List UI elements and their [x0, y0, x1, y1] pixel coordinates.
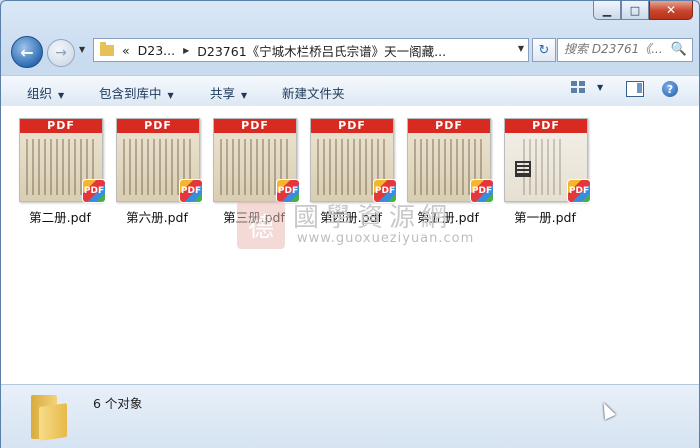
organize-label: 组织	[27, 86, 53, 101]
pdf-banner: PDF	[117, 119, 199, 133]
file-list[interactable]: PDF PDF 第二册.pdf PDF PDF 第六册.pdf PDF PDF …	[1, 106, 699, 384]
include-in-library-label: 包含到库中	[99, 86, 162, 101]
navigation-bar: ← → ▼ « D23... ▶ D23761《宁城木栏桥吕氏宗谱》天一阁藏..…	[9, 35, 693, 68]
minimize-button[interactable]: ▁	[593, 1, 621, 20]
view-grid-icon	[571, 81, 585, 93]
share-label: 共享	[210, 86, 236, 101]
recent-pages-dropdown[interactable]: ▼	[79, 45, 85, 54]
pdf-banner: PDF	[214, 119, 296, 133]
forward-arrow-icon: →	[55, 45, 67, 61]
file-name: 第一册.pdf	[514, 210, 576, 225]
preview-pane-icon	[626, 81, 644, 97]
close-button[interactable]: ✕	[649, 1, 693, 20]
search-icon[interactable]: 🔍	[671, 42, 687, 57]
back-arrow-icon: ←	[20, 42, 34, 62]
chevron-down-icon: ▼	[167, 91, 174, 100]
pdf-banner: PDF	[408, 119, 490, 133]
file-name: 第三册.pdf	[223, 210, 285, 225]
address-bar[interactable]: « D23... ▶ D23761《宁城木栏桥吕氏宗谱》天一阁藏... ▼	[93, 38, 529, 62]
folder-icon	[100, 41, 114, 56]
change-view-button[interactable]: ▼	[571, 81, 603, 93]
help-icon: ?	[662, 81, 678, 97]
breadcrumb-separator-icon[interactable]: ▶	[183, 46, 189, 55]
mouse-pointer-icon	[598, 400, 616, 420]
breadcrumb-current[interactable]: D23761《宁城木栏桥吕氏宗谱》天一阁藏...	[197, 41, 446, 60]
file-name: 第二册.pdf	[29, 210, 91, 225]
details-pane: 6 个对象	[1, 384, 699, 448]
breadcrumb-parent[interactable]: D23...	[138, 43, 175, 58]
new-folder-button[interactable]: 新建文件夹	[282, 83, 345, 102]
forward-button[interactable]: →	[47, 39, 75, 67]
organize-menu[interactable]: 组织 ▼	[27, 83, 64, 102]
preview-pane-button[interactable]	[626, 81, 644, 97]
file-name: 第四册.pdf	[320, 210, 382, 225]
pdf-app-icon: PDF	[567, 179, 591, 203]
watermark-url: www.guoxueziyuan.com	[297, 231, 475, 246]
pdf-banner: PDF	[20, 119, 102, 133]
file-name: 第六册.pdf	[126, 210, 188, 225]
breadcrumb-overflow[interactable]: «	[122, 43, 130, 58]
object-count: 6 个对象	[93, 396, 143, 411]
refresh-button[interactable]: ↻	[532, 38, 556, 62]
pdf-app-icon: PDF	[373, 179, 397, 203]
maximize-button[interactable]: □	[621, 1, 649, 20]
help-button[interactable]: ?	[662, 81, 678, 97]
pdf-app-icon: PDF	[470, 179, 494, 203]
command-bar: 组织 ▼ 包含到库中 ▼ 共享 ▼ 新建文件夹 ▼ ?	[1, 75, 699, 107]
folder-icon	[31, 393, 71, 441]
search-input[interactable]	[558, 39, 676, 59]
pdf-app-icon: PDF	[82, 179, 106, 203]
chevron-down-icon: ▼	[241, 91, 248, 100]
back-button[interactable]: ←	[11, 36, 43, 68]
pdf-app-icon: PDF	[179, 179, 203, 203]
chevron-down-icon: ▼	[597, 82, 604, 92]
pdf-banner: PDF	[311, 119, 393, 133]
file-name: 第五册.pdf	[417, 210, 479, 225]
address-dropdown-icon[interactable]: ▼	[518, 44, 524, 53]
refresh-icon: ↻	[538, 42, 550, 58]
pdf-app-icon: PDF	[276, 179, 300, 203]
include-in-library-menu[interactable]: 包含到库中 ▼	[99, 83, 174, 102]
share-menu[interactable]: 共享 ▼	[210, 83, 247, 102]
search-box[interactable]: 🔍	[557, 38, 693, 62]
chevron-down-icon: ▼	[58, 91, 65, 100]
explorer-window: ▁ □ ✕ ← → ▼ « D23... ▶ D23761《宁城木栏桥吕氏宗谱》…	[0, 0, 700, 448]
caption-buttons: ▁ □ ✕	[593, 1, 693, 20]
seal-stamp-icon	[515, 161, 531, 177]
pdf-banner: PDF	[505, 119, 587, 133]
